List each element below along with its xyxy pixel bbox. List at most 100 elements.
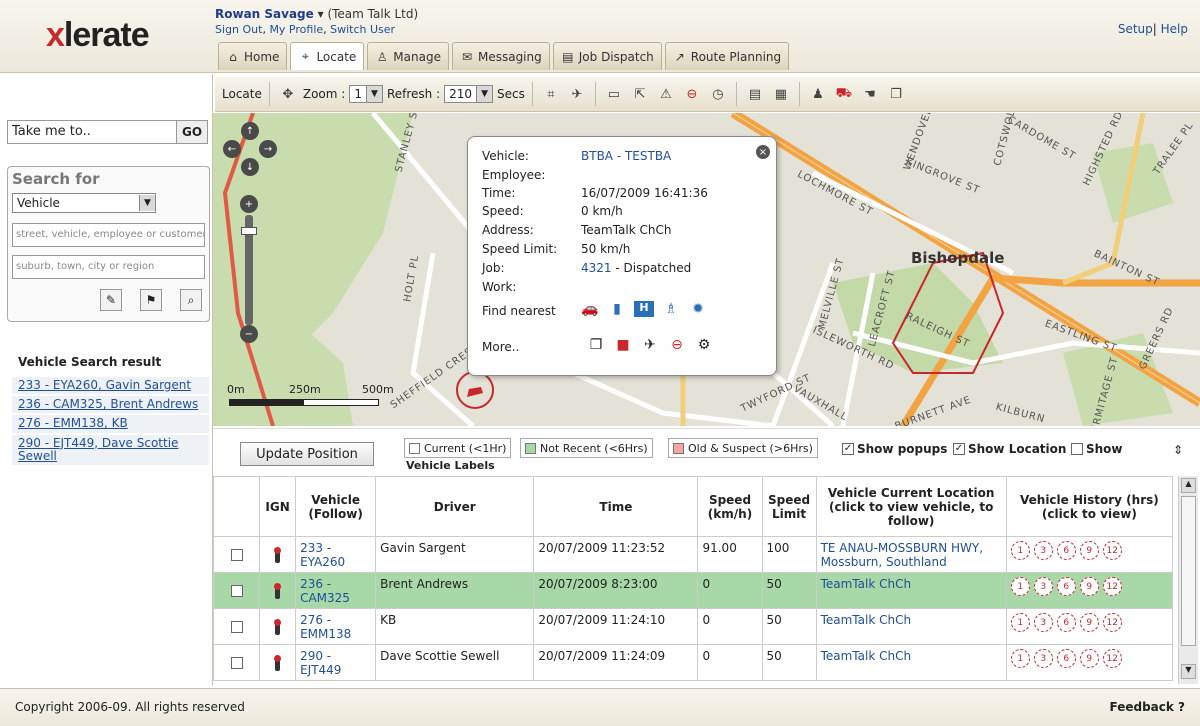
show-popups-option[interactable]: ✓ Show popups	[842, 442, 947, 456]
row-checkbox[interactable]	[230, 585, 243, 597]
result-item[interactable]: 290 - EJT449, Dave Scottie Sewell	[12, 434, 209, 467]
result-item[interactable]: 276 - EMM138, KB	[12, 415, 209, 435]
clear-icon[interactable]: ✎	[100, 289, 122, 311]
people-icon[interactable]: ♗	[661, 301, 681, 317]
zoom-handle[interactable]	[241, 227, 257, 235]
history-1h-icon[interactable]: 1	[1010, 649, 1030, 668]
location-cell[interactable]: TE ANAU-MOSSBURN HWY, Mossburn, Southlan…	[815, 536, 1007, 573]
popup-job-link[interactable]: 4321	[581, 261, 612, 275]
car-icon[interactable]: 🚗	[580, 301, 600, 317]
export-icon[interactable]: ⇱	[629, 83, 651, 105]
feedback-link[interactable]: Feedback ?	[1109, 700, 1185, 714]
sign-out-link[interactable]: Sign Out	[215, 23, 262, 36]
user-name[interactable]: Rowan Savage	[215, 7, 314, 21]
clock-icon[interactable]: ◷	[707, 83, 729, 105]
search-field-region[interactable]: suburb, town, city or region	[12, 255, 205, 279]
vehicle-link[interactable]: 233 - EYA260	[300, 541, 345, 569]
tab-messaging[interactable]: ✉ Messaging	[451, 42, 550, 70]
fit-extent-icon[interactable]: ⌗	[540, 83, 562, 105]
search-type-select[interactable]: Vehicle ▼	[12, 193, 156, 213]
vehicle-link[interactable]: 236 - CAM325	[300, 577, 350, 605]
row-checkbox[interactable]	[230, 549, 243, 561]
close-icon[interactable]: ×	[756, 145, 770, 159]
chart-icon[interactable]: ▦	[770, 83, 792, 105]
tab-job-dispatch[interactable]: ▤ Job Dispatch	[552, 42, 662, 70]
result-item[interactable]: 233 - EYA260, Gavin Sargent	[12, 377, 209, 397]
history-3h-icon[interactable]: 3	[1033, 613, 1053, 632]
warning-icon[interactable]: ⚠	[655, 83, 677, 105]
expand-icon[interactable]: ⇕	[1173, 443, 1183, 457]
pan-icon[interactable]: ✥	[277, 83, 299, 105]
row-checkbox[interactable]	[230, 657, 243, 669]
go-button[interactable]: GO	[176, 120, 208, 144]
refresh-select[interactable]: 210 ▼	[444, 85, 494, 103]
tab-home[interactable]: ⌂ Home	[218, 42, 288, 70]
take-me-to-input[interactable]: Take me to..	[7, 120, 177, 144]
hand-icon[interactable]: ☚	[859, 83, 881, 105]
report-icon[interactable]: ▤	[744, 83, 766, 105]
history-1h-icon[interactable]: 1	[1010, 541, 1030, 560]
table-row[interactable]: 276 - EMM138 KB 20/07/2009 11:24:10 0 50 Team…	[213, 608, 1174, 645]
switch-user-link[interactable]: Switch User	[330, 23, 395, 36]
location-link[interactable]: TE ANAU-MOSSBURN HWY, Mossburn, Southlan…	[821, 541, 983, 569]
copy-icon[interactable]: ❐	[885, 83, 907, 105]
popup-vehicle-link[interactable]: BTBA - TESTBA	[581, 149, 671, 163]
copy-icon[interactable]: ❐	[586, 337, 606, 353]
search-icon[interactable]: ⌕	[180, 289, 202, 311]
vehicle-cell[interactable]: 236 - CAM325	[295, 572, 377, 609]
tab-route-planning[interactable]: ↗ Route Planning	[664, 42, 790, 70]
location-link[interactable]: TeamTalk ChCh	[821, 577, 911, 591]
settings-icon[interactable]: ⚙	[694, 337, 714, 353]
help-link[interactable]: Help	[1161, 22, 1188, 36]
zoom-out-icon[interactable]: −	[240, 325, 258, 343]
alarm-icon[interactable]: ♟	[807, 83, 829, 105]
location-cell[interactable]: TeamTalk ChCh	[815, 608, 1007, 645]
vehicle-cell[interactable]: 290 - EJT449	[295, 644, 377, 681]
card-icon[interactable]: ▭	[603, 83, 625, 105]
show-location-option[interactable]: ✓ Show Location	[953, 442, 1066, 456]
vehicle-alert-icon[interactable]: ⛟	[833, 83, 855, 105]
scroll-down-icon[interactable]: ▼	[1181, 664, 1196, 679]
history-3h-icon[interactable]: 3	[1033, 649, 1053, 668]
history-9h-icon[interactable]: 9	[1079, 649, 1099, 668]
pan-right-icon[interactable]: →	[259, 140, 277, 158]
setup-link[interactable]: Setup	[1118, 22, 1153, 36]
vehicle-cell[interactable]: 233 - EYA260	[295, 536, 377, 573]
zoom-slider[interactable]: + −	[237, 195, 263, 345]
hospital-icon[interactable]: H	[634, 301, 654, 317]
user-dropdown-icon[interactable]: ▾	[318, 7, 328, 21]
vehicle-cell[interactable]: 276 - EMM138	[295, 608, 377, 645]
table-row[interactable]: 236 - CAM325 Brent Andrews 20/07/2009 8:23…	[213, 572, 1174, 609]
search-field-main[interactable]: street, vehicle, employee or customer	[12, 223, 205, 247]
history-1h-icon[interactable]: 1	[1010, 577, 1030, 596]
show-checkbox[interactable]	[1071, 443, 1083, 455]
row-checkbox[interactable]	[230, 621, 243, 633]
pan-up-icon[interactable]: ↑	[241, 122, 259, 140]
update-position-button[interactable]: Update Position	[240, 442, 374, 466]
tab-manage[interactable]: ♙ Manage	[367, 42, 449, 70]
history-12h-icon[interactable]: 12	[1102, 541, 1122, 560]
scroll-thumb[interactable]	[1181, 496, 1196, 646]
route-icon[interactable]: ⊖	[681, 83, 703, 105]
location-link[interactable]: TeamTalk ChCh	[821, 649, 911, 663]
history-12h-icon[interactable]: 12	[1102, 649, 1122, 668]
location-link[interactable]: TeamTalk ChCh	[821, 613, 911, 627]
fuel-icon[interactable]: ▮	[607, 301, 627, 317]
tab-locate[interactable]: ⌖ Locate	[290, 42, 365, 70]
history-9h-icon[interactable]: 9	[1079, 613, 1099, 632]
vehicle-link[interactable]: 276 - EMM138	[300, 613, 351, 641]
parking-icon[interactable]: ✹	[688, 301, 708, 317]
history-3h-icon[interactable]: 3	[1033, 541, 1053, 560]
history-6h-icon[interactable]: 6	[1056, 649, 1076, 668]
show-location-checkbox[interactable]: ✓	[953, 443, 965, 455]
route-icon[interactable]: ⊖	[667, 337, 687, 353]
pan-left-icon[interactable]: ←	[223, 140, 241, 158]
show-option[interactable]: Show	[1071, 442, 1123, 456]
pan-down-icon[interactable]: ↓	[241, 158, 259, 176]
satellite-icon[interactable]: ✈	[640, 337, 660, 353]
history-6h-icon[interactable]: 6	[1056, 541, 1076, 560]
signpost-icon[interactable]: ⚑	[140, 289, 162, 311]
zoom-in-icon[interactable]: +	[240, 195, 258, 213]
xlerate-logo[interactable]: xlerate	[46, 16, 150, 55]
history-6h-icon[interactable]: 6	[1056, 613, 1076, 632]
